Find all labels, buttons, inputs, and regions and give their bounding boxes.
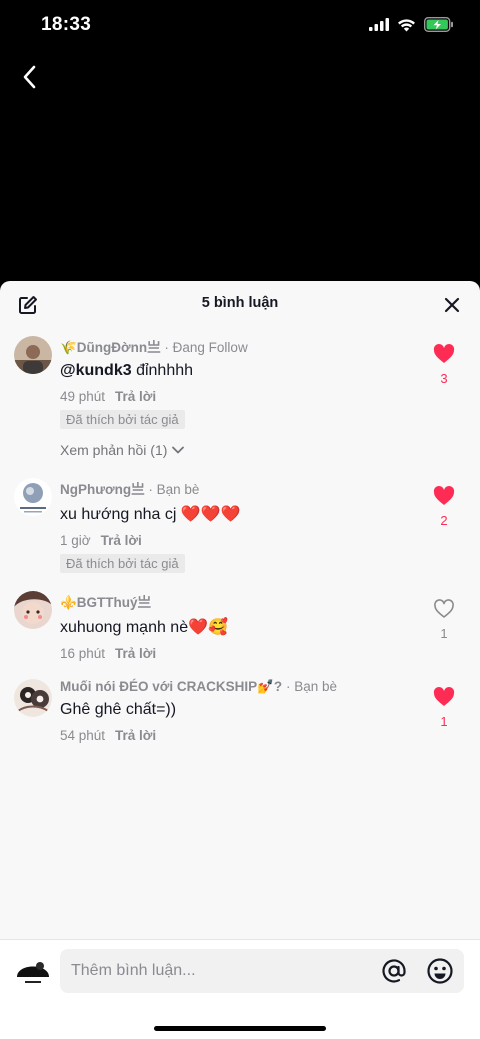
chevron-down-icon [172, 446, 185, 454]
sheet-title: 5 bình luận [201, 295, 279, 311]
reply-button[interactable]: Trả lời [101, 533, 142, 548]
comment-relation: Bạn bè [156, 482, 200, 497]
comment-username[interactable]: Muối nói ĐÉO với CRACKSHIP💅? [60, 679, 282, 694]
comment-meta: NgPhương亗 · Bạn bè [60, 478, 420, 498]
comment-meta: 🌾DũngĐờnn亗 · Đang Follow [60, 336, 420, 356]
comment-text: Ghê ghê chất=)) [60, 701, 177, 718]
comment-time: 1 giờ [60, 533, 91, 548]
comment-body: NgPhương亗 · Bạn bè xu hướng nha cj ❤️❤️❤… [60, 478, 420, 573]
comment-item: NgPhương亗 · Bạn bè xu hướng nha cj ❤️❤️❤… [0, 478, 480, 578]
reply-button[interactable]: Trả lời [115, 646, 156, 661]
comment-subline: 54 phút Trả lời [60, 728, 440, 743]
like-count: 1 [440, 714, 448, 729]
status-bar: 18:33 [0, 0, 480, 54]
comment-meta: ⚜️BGTThuý亗 [60, 591, 420, 611]
comment-text: xuhuong mạnh nè❤️🥰 [60, 619, 228, 636]
back-button[interactable] [14, 60, 44, 94]
comment-username[interactable]: ⚜️BGTThuý亗 [60, 595, 151, 610]
my-avatar [14, 953, 52, 991]
meta-separator: · [164, 340, 173, 355]
emoji-icon [427, 958, 453, 984]
comment-subline: 16 phút Trả lời [60, 646, 420, 661]
like-count: 3 [440, 371, 448, 386]
signal-icon [369, 18, 389, 31]
back-icon [23, 65, 36, 89]
reply-button[interactable]: Trả lời [115, 389, 156, 404]
status-time: 18:33 [41, 14, 92, 35]
like-button[interactable]: 3 [424, 344, 464, 386]
heart-filled-icon [433, 687, 455, 706]
liked-by-creator-badge: Đã thích bởi tác giả [60, 554, 185, 573]
close-icon [444, 297, 460, 313]
battery-icon [424, 17, 453, 32]
home-indicator [154, 1026, 326, 1031]
heart-outline-icon [434, 599, 454, 618]
comment-time: 54 phút [60, 728, 106, 743]
mention-button[interactable] [380, 957, 408, 985]
heart-filled-icon [433, 344, 455, 363]
comment-item: Muối nói ĐÉO với CRACKSHIP💅? · Bạn bè Gh… [0, 679, 480, 754]
comment-item: ⚜️BGTThuý亗 xuhuong mạnh nè❤️🥰 16 phút Trả… [0, 591, 480, 666]
comment-body: Muối nói ĐÉO với CRACKSHIP💅? · Bạn bè Gh… [60, 679, 440, 743]
avatar[interactable] [14, 336, 52, 374]
like-count: 2 [440, 513, 448, 528]
like-button[interactable]: 2 [424, 486, 464, 528]
comment-subline: 1 giờ Trả lời [60, 533, 420, 548]
comment-text: @kundk3 đỉnhhhh [60, 362, 420, 380]
avatar[interactable] [14, 591, 52, 629]
close-button[interactable] [442, 295, 462, 315]
comment-relation: Bạn bè [294, 679, 337, 694]
avatar[interactable] [14, 478, 52, 516]
comment-relation: Đang Follow [172, 340, 248, 355]
meta-separator: · [285, 679, 295, 694]
comment-mention[interactable]: @kundk3 [60, 362, 132, 379]
like-button[interactable]: 1 [424, 687, 464, 729]
view-replies-label: Xem phản hồi (1) [60, 442, 168, 458]
reply-button[interactable]: Trả lời [115, 728, 156, 743]
comment-username[interactable]: NgPhương亗 [60, 482, 145, 497]
avatar[interactable] [14, 679, 52, 717]
wifi-icon [398, 18, 415, 31]
heart-filled-icon [433, 486, 455, 505]
comment-input-placeholder: Thêm bình luận... [71, 962, 196, 979]
emoji-button[interactable] [426, 957, 454, 985]
view-replies-button[interactable]: Xem phản hồi (1) [60, 442, 420, 458]
comment-text-content: đỉnhhhh [131, 362, 194, 379]
sheet-header: 5 bình luận [0, 281, 480, 327]
comment-subline: 49 phút Trả lời [60, 389, 420, 404]
comment-time: 16 phút [60, 646, 106, 661]
comment-body: 🌾DũngĐờnn亗 · Đang Follow @kundk3 đỉnhhhh… [60, 336, 420, 458]
comment-input[interactable]: Thêm bình luận... [60, 949, 464, 993]
comment-meta: Muối nói ĐÉO với CRACKSHIP💅? · Bạn bè [60, 679, 440, 695]
like-button[interactable]: 1 [424, 599, 464, 641]
at-icon [382, 959, 406, 983]
liked-by-creator-badge: Đã thích bởi tác giả [60, 410, 185, 429]
comment-username[interactable]: 🌾DũngĐờnn亗 [60, 340, 161, 355]
meta-separator: · [148, 482, 157, 497]
like-count: 1 [440, 626, 448, 641]
comment-body: ⚜️BGTThuý亗 xuhuong mạnh nè❤️🥰 16 phút Trả… [60, 591, 420, 661]
comment-text: xu hướng nha cj ❤️❤️❤️ [60, 506, 241, 523]
comment-time: 49 phút [60, 389, 106, 404]
comment-composer: Thêm bình luận... [0, 939, 480, 1039]
comments-sheet: 5 bình luận 🌾DũngĐờnn亗 · Đang Follow @ku… [0, 281, 480, 1039]
comment-item: 🌾DũngĐờnn亗 · Đang Follow @kundk3 đỉnhhhh… [0, 336, 480, 466]
status-icons [369, 17, 454, 32]
